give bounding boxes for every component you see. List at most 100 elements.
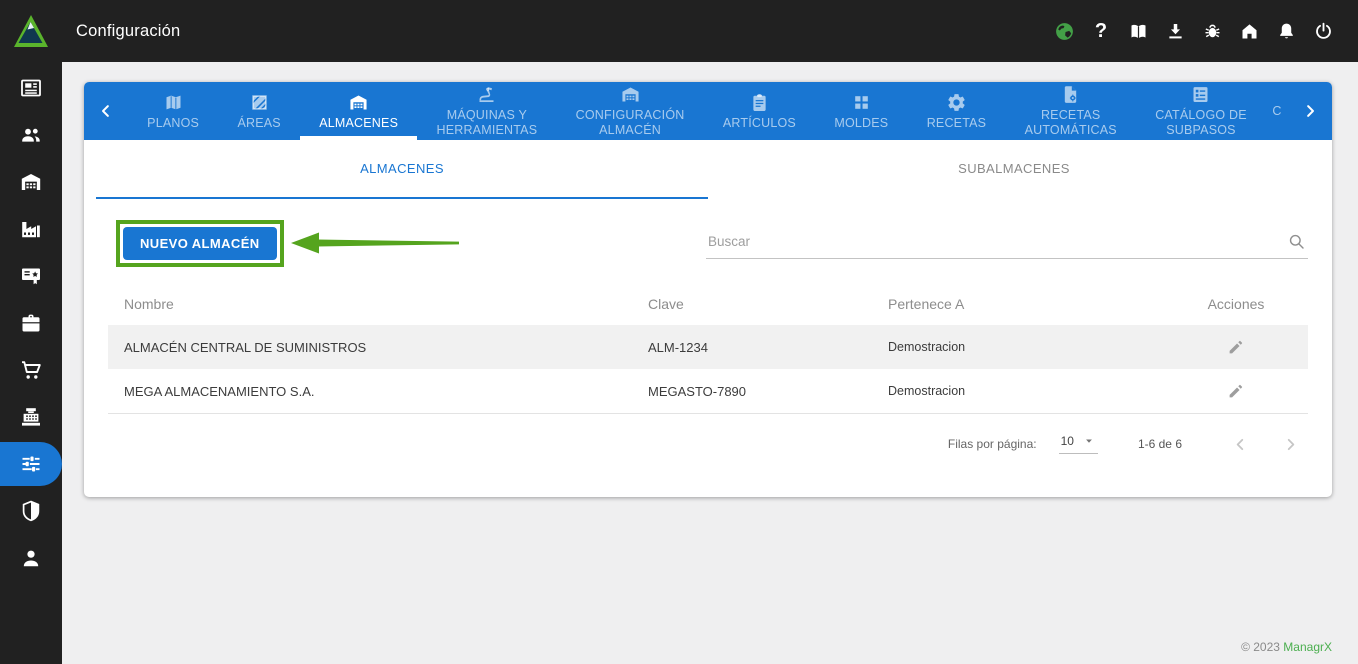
search-icon[interactable] — [1287, 232, 1306, 251]
warehouse-icon — [620, 84, 641, 105]
sidebar-item-cart[interactable] — [0, 348, 62, 392]
tab-recetas[interactable]: RECETAS — [908, 82, 1006, 140]
map-icon — [163, 92, 184, 113]
tab-label: MOLDES — [834, 116, 888, 131]
toolbar: NUEVO ALMACÉN — [84, 199, 1332, 269]
briefcase-icon — [19, 311, 43, 335]
chevron-right-icon — [1282, 436, 1299, 453]
warehouse-icon — [19, 170, 43, 194]
globe-icon[interactable] — [1053, 20, 1075, 42]
subtab-subalmacenes[interactable]: SUBALMACENES — [708, 140, 1320, 199]
table-row[interactable]: ALMACÉN CENTRAL DE SUMINISTROS ALM-1234 … — [108, 325, 1308, 369]
tab-articulos[interactable]: ARTÍCULOS — [704, 82, 815, 140]
chevron-right-icon — [1301, 102, 1319, 120]
book-icon[interactable] — [1127, 20, 1149, 42]
sidebar-item-warehouse[interactable] — [0, 160, 62, 204]
main-content: PLANOS ÁREAS ALMACENES MÁQUINAS Y HERRAM… — [62, 62, 1358, 664]
sidebar-item-dashboard[interactable] — [0, 66, 62, 110]
column-header-nombre: Nombre — [108, 296, 648, 312]
tab-maquinas-herramientas[interactable]: MÁQUINAS Y HERRAMIENTAS — [417, 82, 556, 140]
previous-page-button[interactable] — [1228, 432, 1252, 456]
grid-icon — [851, 92, 872, 113]
download-icon[interactable] — [1164, 20, 1186, 42]
sidebar-item-certificates[interactable] — [0, 254, 62, 298]
user-icon — [19, 546, 43, 570]
tab-almacenes[interactable]: ALMACENES — [300, 82, 417, 140]
shield-icon — [19, 499, 43, 523]
home-icon[interactable] — [1238, 20, 1260, 42]
bug-icon[interactable] — [1201, 20, 1223, 42]
tab-label: ARTÍCULOS — [723, 116, 796, 131]
tab-label: PLANOS — [147, 116, 199, 131]
sidebar-item-security[interactable] — [0, 489, 62, 533]
column-header-pertenece: Pertenece A — [888, 296, 1164, 312]
area-icon — [249, 92, 270, 113]
gear-icon — [946, 92, 967, 113]
edit-icon[interactable] — [1227, 382, 1245, 400]
module-tabs: PLANOS ÁREAS ALMACENES MÁQUINAS Y HERRAM… — [128, 82, 1288, 140]
cell-clave: MEGASTO-7890 — [648, 384, 888, 399]
annotation-highlight-box: NUEVO ALMACÉN — [116, 220, 284, 267]
cart-icon — [19, 358, 43, 382]
next-page-button[interactable] — [1278, 432, 1302, 456]
content-card: PLANOS ÁREAS ALMACENES MÁQUINAS Y HERRAM… — [84, 82, 1332, 497]
logo-triangle-icon — [11, 11, 51, 51]
rows-per-page-select[interactable]: 10 — [1059, 434, 1098, 454]
tab-label: RECETAS AUTOMÁTICAS — [1025, 108, 1117, 138]
tab-label: C — [1272, 104, 1281, 119]
table-row[interactable]: MEGA ALMACENAMIENTO S.A. MEGASTO-7890 De… — [108, 369, 1308, 414]
module-tab-bar: PLANOS ÁREAS ALMACENES MÁQUINAS Y HERRAM… — [84, 82, 1332, 140]
cell-pertenece: Demostracion — [888, 340, 1164, 354]
copyright-footer: © 2023 ManagrX — [1241, 640, 1332, 654]
tabs-scroll-right-button[interactable] — [1288, 82, 1332, 140]
subtab-almacenes[interactable]: ALMACENES — [96, 140, 708, 199]
sidebar-item-configuration[interactable] — [0, 442, 62, 486]
warehouse-icon — [348, 92, 369, 113]
left-sidebar — [0, 62, 62, 664]
tab-configuracion-almacen[interactable]: CONFIGURACIÓN ALMACÉN — [556, 82, 703, 140]
tab-label: CONFIGURACIÓN ALMACÉN — [576, 108, 685, 138]
column-header-acciones: Acciones — [1164, 296, 1308, 312]
chevron-left-icon — [97, 102, 115, 120]
cell-pertenece: Demostracion — [888, 384, 1164, 398]
tab-label: ALMACENES — [319, 116, 398, 131]
tabs-scroll-left-button[interactable] — [84, 82, 128, 140]
sidebar-item-briefcase[interactable] — [0, 301, 62, 345]
pagination-bar: Filas por página: 10 1-6 de 6 — [84, 414, 1332, 456]
help-icon[interactable]: ? — [1090, 20, 1112, 42]
tab-planos[interactable]: PLANOS — [128, 82, 218, 140]
users-icon — [19, 123, 43, 147]
tab-label: MÁQUINAS Y HERRAMIENTAS — [436, 108, 537, 138]
edit-icon[interactable] — [1227, 338, 1245, 356]
tab-areas[interactable]: ÁREAS — [218, 82, 300, 140]
sidebar-item-factory[interactable] — [0, 207, 62, 251]
tab-label: CATÁLOGO DE SUBPASOS — [1155, 108, 1247, 138]
top-app-bar: Configuración ? — [0, 0, 1358, 62]
nuevo-almacen-button[interactable]: NUEVO ALMACÉN — [123, 227, 277, 260]
tab-catalogo-subpasos[interactable]: CATÁLOGO DE SUBPASOS — [1136, 82, 1266, 140]
rows-per-page-value: 10 — [1061, 434, 1074, 448]
sidebar-item-cash-register[interactable] — [0, 395, 62, 439]
tab-label: ÁREAS — [237, 116, 280, 131]
sidebar-item-users[interactable] — [0, 113, 62, 157]
clipboard-icon — [749, 92, 770, 113]
search-input[interactable] — [706, 228, 1308, 259]
doc-gear-icon — [1060, 84, 1081, 105]
brand-link[interactable]: ManagrX — [1283, 640, 1332, 654]
cell-acciones — [1164, 382, 1308, 400]
page-title: Configuración — [76, 22, 180, 41]
sidebar-item-profile[interactable] — [0, 536, 62, 580]
settings-sliders-icon — [19, 452, 43, 476]
cell-acciones — [1164, 338, 1308, 356]
notifications-icon[interactable] — [1275, 20, 1297, 42]
cell-clave: ALM-1234 — [648, 340, 888, 355]
certificate-icon — [19, 264, 43, 288]
tab-moldes[interactable]: MOLDES — [815, 82, 907, 140]
sub-tab-bar: ALMACENES SUBALMACENES — [84, 140, 1332, 199]
cell-nombre: ALMACÉN CENTRAL DE SUMINISTROS — [108, 340, 648, 355]
tab-truncated[interactable]: C — [1266, 82, 1288, 140]
caret-down-icon — [1082, 434, 1096, 448]
app-logo[interactable] — [0, 11, 62, 51]
tab-recetas-automaticas[interactable]: RECETAS AUTOMÁTICAS — [1005, 82, 1136, 140]
power-icon[interactable] — [1312, 20, 1334, 42]
